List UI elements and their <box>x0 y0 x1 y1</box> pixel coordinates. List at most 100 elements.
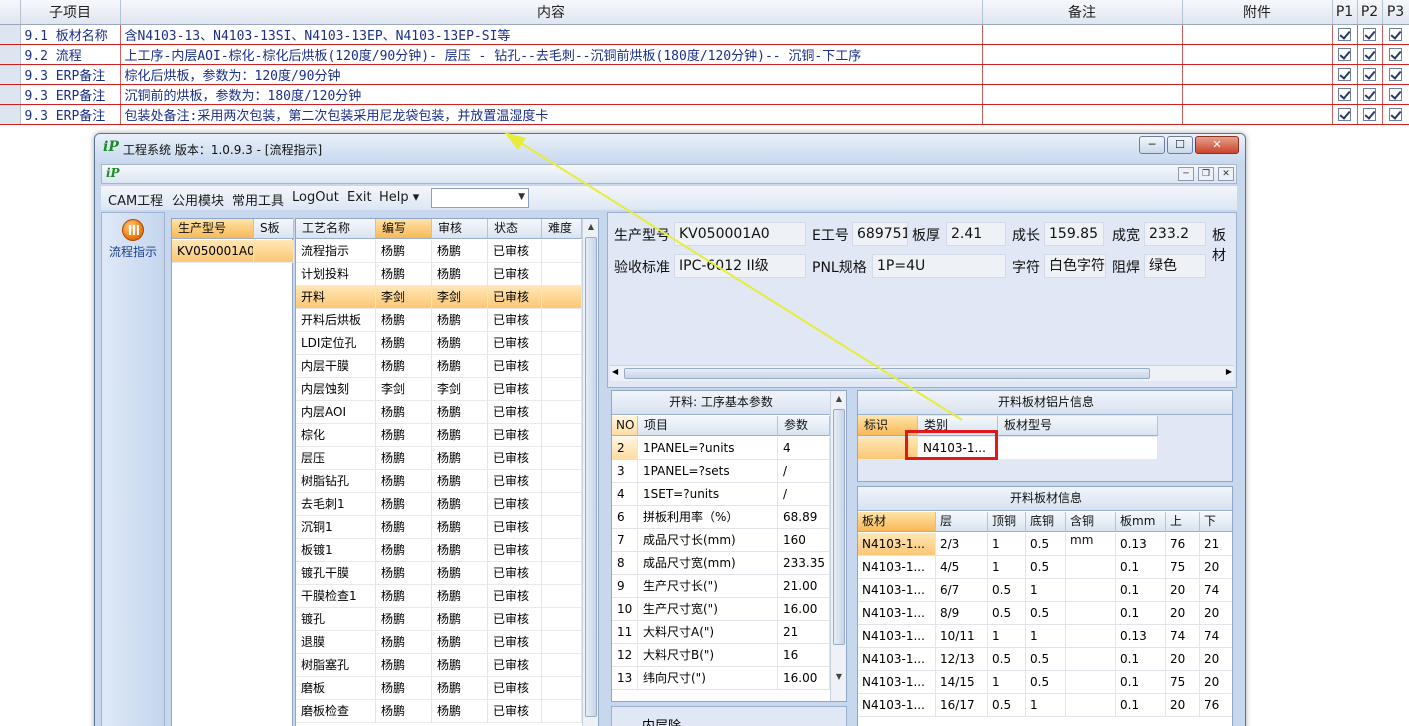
info-scrollbar-thumb[interactable] <box>624 368 1150 379</box>
material-row[interactable]: N4103-1... 8/9 0.5 0.5 0.1 20 20 <box>858 602 1232 625</box>
param-row[interactable]: 7 成品尺寸长(mm) 160 <box>612 529 830 552</box>
process-row[interactable]: 开料后烘板 杨鹏 杨鹏 已审核 <box>296 309 582 332</box>
col-header-p2[interactable]: P2 <box>1357 0 1383 25</box>
p1-checkbox[interactable] <box>1338 47 1351 61</box>
p1-checkbox[interactable] <box>1338 27 1351 41</box>
col-header-process-name[interactable]: 工艺名称 <box>296 219 376 239</box>
minimize-button[interactable]: ─ <box>1139 136 1165 154</box>
title-bar[interactable]: iP 工程系统 版本：1.0.9.3 - [流程指示] ─ ☐ ✕ <box>95 134 1245 162</box>
process-row[interactable]: 干膜检查1 杨鹏 杨鹏 已审核 <box>296 585 582 608</box>
process-row[interactable]: 磨板检查 杨鹏 杨鹏 已审核 <box>296 700 582 723</box>
info-value-thickness[interactable]: 2.41 <box>946 222 1006 246</box>
info-horizontal-scrollbar[interactable]: ◀ ▶ <box>610 365 1234 381</box>
process-row[interactable]: 计划投料 杨鹏 杨鹏 已审核 <box>296 263 582 286</box>
col-header-layer[interactable]: 层 <box>936 512 988 532</box>
info-value-acceptance[interactable]: IPC-6012 II级 <box>674 254 806 278</box>
material-row[interactable]: N4103-1... 2/3 1 0.5 0.13 76 21 <box>858 533 1232 556</box>
spec-cell-attach[interactable] <box>1182 104 1333 125</box>
material-row[interactable]: N4103-1... 4/5 1 0.5 0.1 75 20 <box>858 556 1232 579</box>
spec-row[interactable]: 9.3 ERP备注 沉铜前的烘板，参数为：180度/120分钟 <box>0 84 1409 105</box>
spec-cell-content[interactable]: 沉铜前的烘板，参数为：180度/120分钟 <box>120 84 983 105</box>
spec-cell-item[interactable]: 9.3 ERP备注 <box>20 84 121 105</box>
col-header-note[interactable]: 备注 <box>982 0 1183 25</box>
material-row[interactable]: N4103-1... 16/17 0.5 1 0.1 20 76 <box>858 694 1232 717</box>
spec-cell-note[interactable] <box>982 64 1183 85</box>
p1-checkbox[interactable] <box>1338 67 1351 81</box>
process-row[interactable]: 板镀1 杨鹏 杨鹏 已审核 <box>296 539 582 562</box>
info-value-length[interactable]: 159.85 <box>1044 222 1104 246</box>
p1-checkbox[interactable] <box>1338 107 1351 121</box>
col-header-reviewer[interactable]: 审核 <box>432 219 488 239</box>
material-row[interactable]: N4103-1... 10/11 1 1 0.13 74 74 <box>858 625 1232 648</box>
select-all-corner[interactable] <box>0 0 21 25</box>
params-scrollbar[interactable]: ▲ ▼ <box>830 391 846 701</box>
close-button[interactable]: ✕ <box>1195 136 1239 154</box>
process-row[interactable]: 镀孔干膜 杨鹏 杨鹏 已审核 <box>296 562 582 585</box>
param-row[interactable]: 11 大料尺寸A(") 21 <box>612 621 830 644</box>
spec-cell-content[interactable]: 棕化后烘板，参数为：120度/90分钟 <box>120 64 983 85</box>
param-row[interactable]: 3 1PANEL=?sets / <box>612 460 830 483</box>
param-row[interactable]: 12 大料尺寸B(") 16 <box>612 644 830 667</box>
menu-cam[interactable]: CAM工程 <box>108 190 163 209</box>
col-header-s-board[interactable]: S板 <box>254 219 294 239</box>
col-header-param-item[interactable]: 项目 <box>638 416 778 436</box>
p2-checkbox[interactable] <box>1363 67 1376 81</box>
p3-checkbox[interactable] <box>1389 67 1402 81</box>
spec-cell-attach[interactable] <box>1182 84 1333 105</box>
spec-cell-note[interactable] <box>982 24 1183 45</box>
row-selector[interactable] <box>0 24 21 45</box>
spec-cell-note[interactable] <box>982 44 1183 65</box>
row-selector[interactable] <box>0 84 21 105</box>
spec-cell-item[interactable]: 9.2 流程 <box>20 44 121 65</box>
info-value-solder-mask[interactable]: 绿色 <box>1144 254 1206 278</box>
col-header-no[interactable]: NO <box>612 416 638 436</box>
mdi-restore-button[interactable]: ❐ <box>1198 167 1214 181</box>
col-header-param-value[interactable]: 参数 <box>778 416 830 436</box>
process-row[interactable]: LDI定位孔 杨鹏 杨鹏 已审核 <box>296 332 582 355</box>
process-list-scrollbar[interactable]: ▲ <box>582 219 598 726</box>
process-row[interactable]: 棕化 杨鹏 杨鹏 已审核 <box>296 424 582 447</box>
col-header-board-model[interactable]: 板材型号 <box>998 416 1158 436</box>
spec-row[interactable]: 9.2 流程 上工序-内层AOI-棕化-棕化后烘板(120度/90分钟)- 层压 … <box>0 44 1409 65</box>
scroll-left-icon[interactable]: ◀ <box>612 367 618 376</box>
p3-checkbox[interactable] <box>1389 87 1402 101</box>
process-row[interactable]: 内层干膜 杨鹏 杨鹏 已审核 <box>296 355 582 378</box>
menu-help[interactable]: Help ▾ <box>379 190 419 205</box>
spec-cell-attach[interactable] <box>1182 24 1333 45</box>
spec-row[interactable]: 9.3 ERP备注 包装处备注:采用两次包装，第二次包装采用尼龙袋包装，并放置温湿… <box>0 104 1409 125</box>
scroll-up-icon[interactable]: ▲ <box>831 391 846 407</box>
process-row[interactable]: 层压 杨鹏 杨鹏 已审核 <box>296 447 582 470</box>
col-header-board-mm[interactable]: 板mm <box>1116 512 1166 532</box>
p2-checkbox[interactable] <box>1363 27 1376 41</box>
spec-cell-content[interactable]: 上工序-内层AOI-棕化-棕化后烘板(120度/90分钟)- 层压 - 钻孔--… <box>120 44 983 65</box>
menu-common-module[interactable]: 公用模块 <box>172 190 224 209</box>
param-row[interactable]: 2 1PANEL=?units 4 <box>612 437 830 460</box>
col-header-author[interactable]: 编写 <box>376 219 432 239</box>
param-row[interactable]: 6 拼板利用率（%） 68.89 <box>612 506 830 529</box>
col-header-cu-mm[interactable]: 含铜mm <box>1066 512 1116 547</box>
param-row[interactable]: 9 生产尺寸长(") 21.00 <box>612 575 830 598</box>
process-row[interactable]: 流程指示 杨鹏 杨鹏 已审核 <box>296 240 582 263</box>
spec-cell-note[interactable] <box>982 84 1183 105</box>
col-header-content[interactable]: 内容 <box>120 0 983 25</box>
flow-instruction-button[interactable]: 流程指示 <box>106 217 160 265</box>
menu-exit[interactable]: Exit <box>347 190 372 205</box>
process-row[interactable]: 去毛刺1 杨鹏 杨鹏 已审核 <box>296 493 582 516</box>
scrollbar-thumb[interactable] <box>585 237 597 717</box>
material-row[interactable]: N4103-1... 12/13 0.5 0.5 0.1 20 20 <box>858 648 1232 671</box>
scroll-up-icon[interactable]: ▲ <box>583 219 598 235</box>
col-header-status[interactable]: 状态 <box>488 219 542 239</box>
process-row[interactable]: 开料 李剑 李剑 已审核 <box>296 286 582 309</box>
col-header-item[interactable]: 子项目 <box>20 0 121 25</box>
scroll-down-icon[interactable]: ▼ <box>831 669 846 685</box>
menu-tools[interactable]: 常用工具 <box>232 190 284 209</box>
p3-checkbox[interactable] <box>1389 107 1402 121</box>
process-row[interactable]: 磨板 杨鹏 杨鹏 已审核 <box>296 677 582 700</box>
p2-checkbox[interactable] <box>1363 47 1376 61</box>
process-row[interactable]: 内层AOI 杨鹏 杨鹏 已审核 <box>296 401 582 424</box>
row-selector[interactable] <box>0 64 21 85</box>
mdi-close-button[interactable]: ✕ <box>1218 167 1234 181</box>
info-value-pnl-spec[interactable]: 1P=4U <box>872 254 1006 278</box>
row-selector[interactable] <box>0 44 21 65</box>
info-value-legend[interactable]: 白色字符 <box>1044 254 1106 278</box>
